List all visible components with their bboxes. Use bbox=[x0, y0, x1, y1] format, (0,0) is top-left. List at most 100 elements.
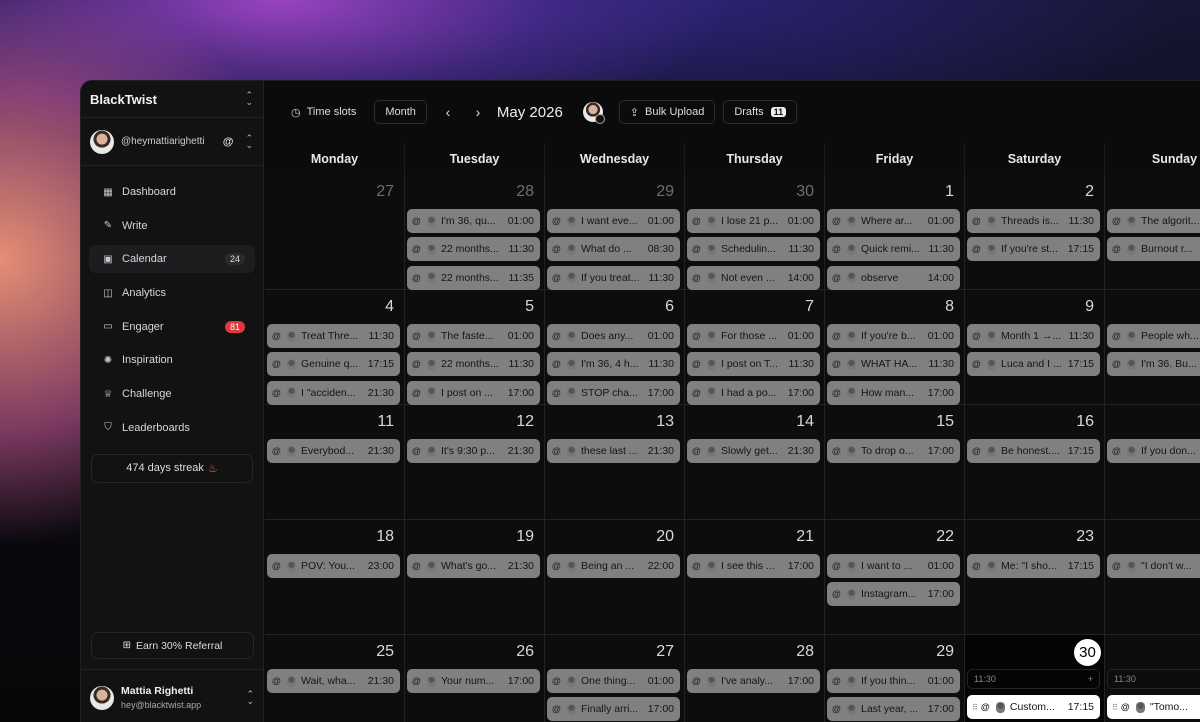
scheduled-post[interactable]: @ Luca and I ... 17:15 bbox=[967, 352, 1100, 377]
streak-badge[interactable]: 474 days streak ♨ bbox=[91, 453, 253, 483]
day-cell[interactable]: 28 @ I've analy... 17:00 bbox=[685, 635, 825, 722]
day-cell[interactable]: 13 @ these last ... 21:30 bbox=[545, 405, 685, 520]
scheduled-post[interactable]: @ I'm 36. Bu... bbox=[1107, 352, 1200, 377]
time-slot[interactable]: 11:30 bbox=[1107, 669, 1200, 689]
day-cell[interactable]: @ People wh... @ I'm 36. Bu... bbox=[1105, 290, 1200, 405]
scheduled-post[interactable]: @ Instagram... 17:00 bbox=[827, 582, 960, 607]
sidebar-item-engager[interactable]: ▭ Engager 81 bbox=[89, 313, 255, 341]
day-cell[interactable]: 6 @ Does any... 01:00 @ I'm 36, 4 h... 11:30 @ S… bbox=[545, 290, 685, 405]
scheduled-post[interactable]: @ Be honest.... 17:15 bbox=[967, 439, 1100, 463]
scheduled-post[interactable]: @ If you're st... 17:15 bbox=[967, 237, 1100, 262]
sidebar-item-analytics[interactable]: ◫ Analytics bbox=[89, 279, 255, 307]
sidebar-item-write[interactable]: ✎ Write bbox=[89, 212, 255, 240]
scheduled-post[interactable]: @ Everybod... 21:30 bbox=[267, 439, 400, 463]
scheduled-post[interactable]: @ Does any... 01:00 bbox=[547, 324, 680, 348]
day-cell[interactable]: @ "I don't w... bbox=[1105, 520, 1200, 635]
scheduled-post[interactable]: @ What's go... 21:30 bbox=[407, 554, 540, 578]
day-cell[interactable]: 12 @ It's 9:30 p... 21:30 bbox=[405, 405, 545, 520]
day-cell[interactable]: 18 @ POV: You... 23:00 bbox=[265, 520, 405, 635]
scheduled-post[interactable]: @ To drop o... 17:00 bbox=[827, 439, 960, 463]
scheduled-post[interactable]: @ Last year, ... 17:00 bbox=[827, 697, 960, 722]
referral-button[interactable]: ⊞ Earn 30% Referral bbox=[91, 632, 254, 659]
day-cell[interactable]: 21 @ I see this ... 17:00 bbox=[685, 520, 825, 635]
drag-handle-icon[interactable]: ⠿ bbox=[972, 703, 978, 712]
day-cell[interactable]: 7 @ For those ... 01:00 @ I post on T... 11:30… bbox=[685, 290, 825, 405]
scheduled-post[interactable]: @ For those ... 01:00 bbox=[687, 324, 820, 348]
scheduled-post[interactable]: @ I post on T... 11:30 bbox=[687, 352, 820, 377]
scheduled-post[interactable]: @ If you thin... 01:00 bbox=[827, 669, 960, 693]
day-cell[interactable]: 11 @ Everybod... 21:30 bbox=[265, 405, 405, 520]
scheduled-post[interactable]: @22 months... 11:30 bbox=[407, 352, 540, 377]
scheduled-post[interactable]: @ I want eve... 01:00 bbox=[547, 209, 680, 233]
scheduled-post[interactable]: @ I "acciden... 21:30 bbox=[267, 380, 400, 405]
chevron-right-icon[interactable]: › bbox=[467, 100, 489, 124]
sidebar-item-inspiration[interactable]: ✺ Inspiration bbox=[89, 346, 255, 374]
sidebar-item-challenge[interactable]: ♕ Challenge bbox=[89, 380, 255, 408]
chevron-left-icon[interactable]: ‹ bbox=[437, 100, 459, 124]
bulk-upload-button[interactable]: ⇪ Bulk Upload bbox=[618, 100, 716, 124]
scheduled-post[interactable]: @ Me: "I sho... 17:15 bbox=[967, 554, 1100, 578]
scheduled-post[interactable]: @ The algorit... bbox=[1107, 209, 1200, 233]
account-filter-avatar[interactable] bbox=[582, 102, 605, 124]
scheduled-post[interactable]: ⠿ @ Custom... 17:15 bbox=[967, 695, 1100, 719]
scheduled-post[interactable]: @ Being an ... 22:00 bbox=[547, 554, 680, 578]
sidebar-item-leaderboards[interactable]: ⛉ Leaderboards bbox=[89, 414, 255, 442]
day-cell[interactable]: 30 11:30 + ⠿ @ Custom... 17:15 bbox=[965, 635, 1105, 722]
scheduled-post[interactable]: @ I had a po... 17:00 bbox=[687, 380, 820, 405]
scheduled-post[interactable]: @ Wait, wha... 21:30 bbox=[267, 669, 400, 693]
sidebar-item-calendar[interactable]: ▣ Calendar 24 bbox=[89, 245, 255, 274]
day-cell[interactable]: 28 @ I'm 36, qu... 01:00 @22 months... 11:30 @… bbox=[405, 175, 545, 290]
scheduled-post[interactable]: @ Threads is... 11:30 bbox=[967, 209, 1100, 233]
scheduled-post[interactable]: @ I'm 36, 4 h... 11:30 bbox=[547, 352, 680, 377]
scheduled-post[interactable]: @ observe 14:00 bbox=[827, 265, 960, 290]
time-slots-button[interactable]: ◷ Time slots bbox=[281, 100, 366, 124]
plus-icon[interactable]: + bbox=[1088, 674, 1093, 684]
day-cell[interactable]: 19 @ What's go... 21:30 bbox=[405, 520, 545, 635]
day-cell[interactable]: 9 @ Month 1 →... 11:30 @ Luca and I ... 17:15 bbox=[965, 290, 1105, 405]
day-cell[interactable]: @ The algorit... @ Burnout r... bbox=[1105, 175, 1200, 290]
scheduled-post[interactable]: @ "I don't w... bbox=[1107, 554, 1200, 578]
scheduled-post[interactable]: @ Quick remi... 11:30 bbox=[827, 237, 960, 262]
scheduled-post[interactable]: @ Slowly get... 21:30 bbox=[687, 439, 820, 463]
time-slot[interactable]: 11:30 + bbox=[967, 669, 1100, 689]
scheduled-post[interactable]: @ Genuine q... 17:15 bbox=[267, 352, 400, 377]
drafts-button[interactable]: Drafts 11 bbox=[723, 100, 798, 124]
day-cell[interactable]: 23 @ Me: "I sho... 17:15 bbox=[965, 520, 1105, 635]
user-menu[interactable]: Mattia Righetti hey@blacktwist.app ⌃ ⌄ bbox=[81, 669, 264, 722]
scheduled-post[interactable]: @ How man... 17:00 bbox=[827, 380, 960, 405]
day-cell[interactable]: 5 @ The faste... 01:00 @22 months... 11:30 @ I … bbox=[405, 290, 545, 405]
day-cell[interactable]: 27 @ One thing... 01:00 @ Finally arri... 17:0… bbox=[545, 635, 685, 722]
day-cell[interactable]: 8 @ If you're b... 01:00 @ WHAT HA... 11:30 @ Ho… bbox=[825, 290, 965, 405]
account-switcher[interactable]: @heymattiarighetti @ ⌃ ⌄ bbox=[81, 118, 263, 166]
day-cell[interactable]: 26 @ Your num... 17:00 bbox=[405, 635, 545, 722]
day-cell[interactable]: 29 @ I want eve... 01:00 @ What do ... 08:30 @ I… bbox=[545, 175, 685, 290]
day-cell[interactable]: 1 @ Where ar... 01:00 @ Quick remi... 11:30 @ ob… bbox=[825, 175, 965, 290]
day-cell[interactable]: 14 @ Slowly get... 21:30 bbox=[685, 405, 825, 520]
scheduled-post[interactable]: @ The faste... 01:00 bbox=[407, 324, 540, 348]
view-select[interactable]: Month bbox=[374, 100, 427, 124]
day-cell[interactable]: 22 @ I want to ... 01:00 @ Instagram... 17:00 bbox=[825, 520, 965, 635]
scheduled-post[interactable]: @ I've analy... 17:00 bbox=[687, 669, 820, 693]
workspace-switcher[interactable]: BlackTwist ⌃ ⌄ bbox=[81, 81, 263, 118]
scheduled-post[interactable]: @ Schedulin... 11:30 bbox=[687, 237, 820, 262]
scheduled-post[interactable]: @ these last ... 21:30 bbox=[547, 439, 680, 463]
day-cell[interactable]: 2 @ Threads is... 11:30 @ If you're st... 17:1… bbox=[965, 175, 1105, 290]
day-cell[interactable]: 30 @ I lose 21 p... 01:00 @ Schedulin... 11:30… bbox=[685, 175, 825, 290]
scheduled-post[interactable]: @ People wh... bbox=[1107, 324, 1200, 348]
scheduled-post[interactable]: @ I lose 21 p... 01:00 bbox=[687, 209, 820, 233]
day-cell[interactable]: 20 @ Being an ... 22:00 bbox=[545, 520, 685, 635]
scheduled-post[interactable]: @ If you're b... 01:00 bbox=[827, 324, 960, 348]
scheduled-post[interactable]: @ What do ... 08:30 bbox=[547, 237, 680, 262]
day-cell[interactable]: 4 @ Treat Thre... 11:30 @ Genuine q... 17:15 @ I… bbox=[265, 290, 405, 405]
drag-handle-icon[interactable]: ⠿ bbox=[1112, 703, 1118, 712]
scheduled-post[interactable]: @ I want to ... 01:00 bbox=[827, 554, 960, 578]
scheduled-post[interactable]: @ Treat Thre... 11:30 bbox=[267, 324, 400, 348]
scheduled-post[interactable]: @22 months... 11:35 bbox=[407, 265, 540, 290]
scheduled-post[interactable]: @ WHAT HA... 11:30 bbox=[827, 352, 960, 377]
scheduled-post[interactable]: @ Where ar... 01:00 bbox=[827, 209, 960, 233]
scheduled-post[interactable]: @ POV: You... 23:00 bbox=[267, 554, 400, 578]
day-cell[interactable]: 29 @ If you thin... 01:00 @ Last year, ... 17:… bbox=[825, 635, 965, 722]
scheduled-post[interactable]: @ It's 9:30 p... 21:30 bbox=[407, 439, 540, 463]
scheduled-post[interactable]: @ I post on ... 17:00 bbox=[407, 380, 540, 405]
scheduled-post[interactable]: @ Burnout r... bbox=[1107, 237, 1200, 262]
